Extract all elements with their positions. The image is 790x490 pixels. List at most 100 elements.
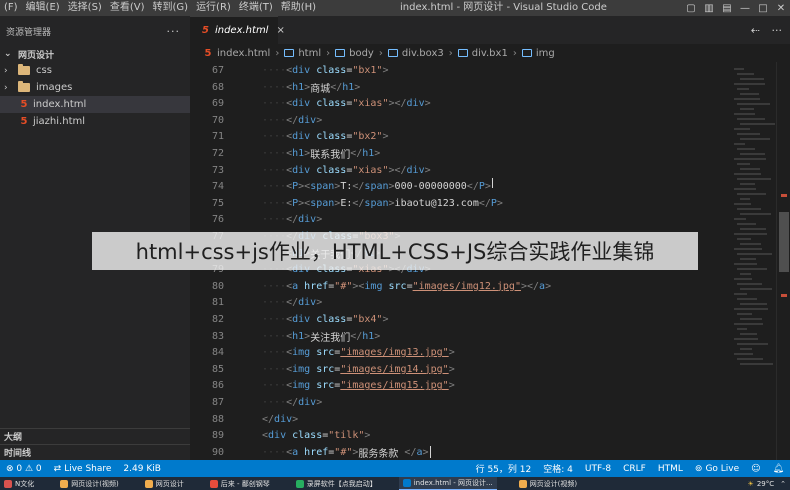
indent-guide: ····	[262, 131, 287, 143]
weather-temp[interactable]: 29°C	[757, 480, 774, 488]
menu-help[interactable]: 帮助(H)	[277, 0, 320, 16]
tree-item-images[interactable]: › images	[0, 79, 190, 96]
taskbar-item[interactable]: 录屏软件【点我启动】	[292, 477, 381, 490]
minimap-line	[734, 128, 750, 130]
layout-sidebar-icon[interactable]: ▥	[700, 0, 718, 16]
code-token: src	[310, 363, 335, 375]
code-line[interactable]: 90 ···· < a href = "#" > 服务条款 </a >	[190, 444, 431, 461]
weather-icon: ☀	[747, 479, 754, 488]
tree-item-css[interactable]: › css	[0, 62, 190, 79]
code-line[interactable]: 69 ···· < div class = "xias" ></div >	[190, 95, 431, 112]
menu-edit[interactable]: 编辑(E)	[22, 0, 64, 16]
problems-status[interactable]: ⊗ 0 ⚠ 0	[0, 464, 48, 474]
taskbar-item[interactable]: 网页设计	[141, 477, 188, 490]
code-token: div	[292, 65, 311, 76]
code-token: ><	[352, 280, 365, 292]
encoding-status[interactable]: UTF-8	[579, 464, 617, 474]
code-line[interactable]: 74 ···· < P >< span > T: </span >000-00000000 </P >	[190, 178, 491, 195]
code-token: >	[364, 430, 371, 442]
timeline-section[interactable]: 时间线	[0, 444, 190, 460]
tree-item-label: images	[36, 82, 73, 93]
line-number: 72	[211, 148, 224, 159]
code-line[interactable]: 88 </div >	[190, 411, 298, 428]
scrollbar-thumb[interactable]	[779, 212, 789, 272]
menu-terminal[interactable]: 终端(T)	[235, 0, 277, 16]
code-line[interactable]: 84 ···· < img src = "images/img13.jpg" >	[190, 344, 455, 361]
close-icon[interactable]: ✕	[772, 0, 790, 16]
breadcrumb-item[interactable]: img	[536, 48, 555, 59]
line-number: 84	[211, 347, 224, 359]
menu-file[interactable]: (F)	[0, 0, 22, 16]
more-actions-icon[interactable]: ···	[772, 16, 783, 44]
tab-bar: 5 index.html × ⇠ ···	[190, 16, 790, 44]
menu-view[interactable]: 查看(V)	[106, 0, 149, 16]
indent-guide: ····	[262, 446, 287, 458]
minimap-line	[737, 148, 755, 150]
menu-go[interactable]: 转到(G)	[149, 0, 193, 16]
taskbar-item[interactable]: 后来 - 鄱创钢琴	[206, 477, 274, 490]
feedback-icon[interactable]: ☺	[745, 464, 766, 474]
code-token: >	[422, 446, 429, 458]
breadcrumb-item[interactable]: index.html	[217, 48, 270, 59]
maximize-icon[interactable]: □	[754, 0, 772, 16]
code-line[interactable]: 72 ···· < h1 > 联系我们 </h1 >	[190, 145, 380, 162]
code-token: 服务条款	[358, 448, 405, 460]
code-line[interactable]: 71 ···· < div class = "bx2" >	[190, 128, 389, 145]
code-line[interactable]: 67 ···· < div class = "bx1" >	[190, 62, 389, 79]
notifications-icon[interactable]: 🔔︎	[767, 464, 790, 474]
taskbar-item[interactable]: 网页设计(视频)	[56, 477, 122, 490]
line-number: 80	[211, 280, 224, 292]
taskbar-item[interactable]: N文化	[0, 477, 38, 490]
indent-guide: ····	[262, 114, 287, 126]
code-line[interactable]: 87 ···· </div >	[190, 394, 322, 411]
go-live-button[interactable]: ⊚ Go Live	[689, 464, 745, 474]
minimap-line	[734, 338, 758, 340]
eol-status[interactable]: CRLF	[617, 464, 652, 474]
layout-icon[interactable]: ▢	[682, 0, 700, 16]
code-line[interactable]: 75 ···· < P >< span > E: </span > ibaotu@123.com </…	[190, 195, 503, 212]
code-line[interactable]: 82 ···· < div class = "bx4" >	[190, 311, 389, 328]
code-line[interactable]: 73 ···· < div class = "xias" ></div >	[190, 162, 431, 179]
code-line[interactable]: 76 ···· </div >	[190, 211, 322, 228]
tree-item-jiazhi-html[interactable]: 5 jiazhi.html	[0, 113, 190, 130]
minimap[interactable]	[730, 62, 776, 460]
code-line[interactable]: 70 ···· </div >	[190, 112, 322, 129]
taskbar-item[interactable]: 网页设计(视频)	[515, 477, 581, 490]
code-token: div	[292, 98, 311, 110]
live-share-button[interactable]: ⇄ Live Share	[48, 464, 118, 474]
line-number: 88	[211, 413, 224, 425]
indentation-status[interactable]: 空格: 4	[537, 462, 579, 475]
breadcrumb-item[interactable]: body	[349, 48, 374, 59]
code-token: h1	[342, 81, 355, 93]
breadcrumb-item[interactable]: html	[298, 48, 321, 59]
tab-index-html[interactable]: 5 index.html ×	[190, 16, 285, 44]
cursor-position-status[interactable]: 行 55，列 12	[470, 462, 538, 475]
language-status[interactable]: HTML	[652, 464, 689, 474]
code-line[interactable]: 68 ···· < h1 > 商城 </h1 >	[190, 79, 360, 96]
code-line[interactable]: 85 ···· < img src = "images/img14.jpg" >	[190, 361, 455, 378]
code-token: >	[424, 164, 431, 176]
outline-section[interactable]: 大纲	[0, 428, 190, 444]
tree-item-index-html[interactable]: 5 index.html	[0, 96, 190, 113]
more-actions-icon[interactable]: ···	[167, 25, 181, 38]
layout-panel-icon[interactable]: ▤	[718, 0, 736, 16]
menu-selection[interactable]: 选择(S)	[64, 0, 106, 16]
code-token: class	[286, 430, 323, 442]
go-back-icon[interactable]: ⇠	[751, 16, 760, 44]
breadcrumb-item[interactable]: div.bx1	[472, 48, 508, 59]
breadcrumb-item[interactable]: div.box3	[402, 48, 444, 59]
taskbar-item-vscode[interactable]: index.html - 网页设计...	[398, 477, 497, 490]
code-line[interactable]: 89 < div class = "tilk" >	[190, 427, 370, 444]
minimize-icon[interactable]: —	[736, 0, 754, 16]
menu-run[interactable]: 运行(R)	[192, 0, 235, 16]
code-line[interactable]: 81 ···· </div >	[190, 294, 322, 311]
close-tab-icon[interactable]: ×	[276, 25, 284, 36]
minimap-line	[740, 243, 761, 245]
indent-guide: ····	[262, 81, 287, 93]
chevron-up-icon[interactable]: ⌃	[780, 480, 786, 488]
code-line[interactable]: 86 ···· < img src = "images/img15.jpg" >	[190, 377, 455, 394]
code-line[interactable]: 83 ···· < h1 > 关注我们 </h1 >	[190, 328, 380, 345]
code-line[interactable]: 80 ···· < a href = "#" >< img src = "images/img12…	[190, 278, 551, 295]
workspace-section[interactable]: ⌄ 网页设计	[0, 46, 190, 62]
vertical-scrollbar[interactable]	[776, 62, 790, 460]
